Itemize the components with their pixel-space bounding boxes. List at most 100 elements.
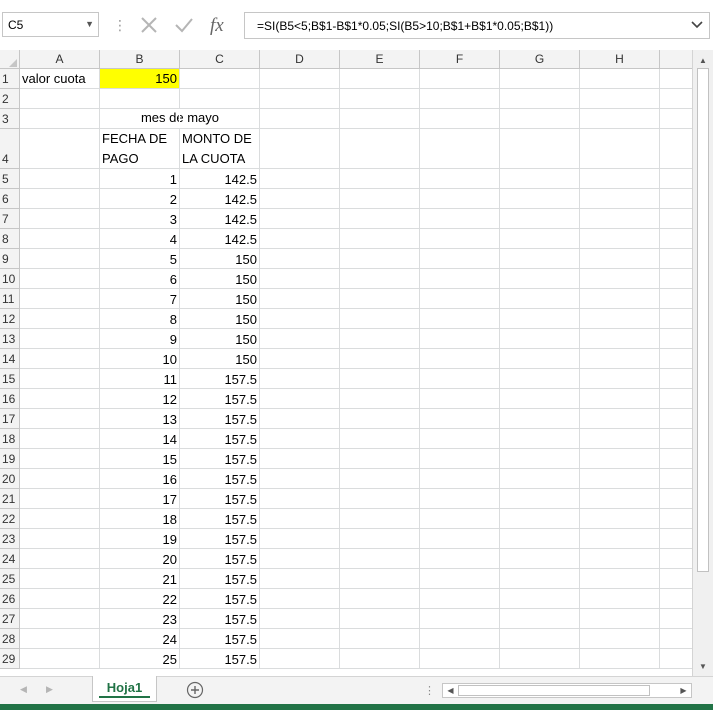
column-header-e[interactable]: E [340, 50, 420, 69]
vertical-scrollbar[interactable]: ▲ ▼ [692, 50, 713, 676]
cell-c24[interactable]: 157.5 [180, 549, 259, 568]
spreadsheet-grid[interactable]: A B C D E F G H 1 2 3 4 5 6 7 8 9 10 11 12 13 14 15 16 1… [0, 50, 692, 669]
row-header-17[interactable]: 17 [0, 409, 20, 429]
cell-c9[interactable]: 150 [180, 249, 259, 268]
row-header-5[interactable]: 5 [0, 169, 20, 189]
cell-c18[interactable]: 157.5 [180, 429, 259, 448]
cell-b14[interactable]: 10 [100, 349, 179, 368]
cell-b22[interactable]: 18 [100, 509, 179, 528]
cell-b15[interactable]: 11 [100, 369, 179, 388]
cell-b6[interactable]: 2 [100, 189, 179, 208]
row-header-26[interactable]: 26 [0, 589, 20, 609]
column-header-d[interactable]: D [260, 50, 340, 69]
cell-c29[interactable]: 157.5 [180, 649, 259, 668]
fx-icon[interactable]: fx [206, 10, 234, 40]
column-header-f[interactable]: F [420, 50, 500, 69]
cell-b25[interactable]: 21 [100, 569, 179, 588]
x-icon[interactable] [135, 10, 163, 40]
cell-c23[interactable]: 157.5 [180, 529, 259, 548]
previous-sheet-icon[interactable]: ◀ [20, 684, 27, 695]
cell-b11[interactable]: 7 [100, 289, 179, 308]
row-header-20[interactable]: 20 [0, 469, 20, 489]
cell-c7[interactable]: 142.5 [180, 209, 259, 228]
cell-b4-line1[interactable]: FECHA DE [102, 131, 167, 146]
cell-c10[interactable]: 150 [180, 269, 259, 288]
check-icon[interactable] [170, 10, 198, 40]
row-header-18[interactable]: 18 [0, 429, 20, 449]
cell-c25[interactable]: 157.5 [180, 569, 259, 588]
cell-c4-line2[interactable]: LA CUOTA [182, 151, 245, 166]
cell-b3-merged[interactable]: mes de mayo [100, 110, 260, 125]
cell-c26[interactable]: 157.5 [180, 589, 259, 608]
vertical-scroll-thumb[interactable] [697, 68, 709, 572]
cell-b26[interactable]: 22 [100, 589, 179, 608]
chevron-down-icon[interactable]: ▼ [85, 19, 94, 29]
cell-c12[interactable]: 150 [180, 309, 259, 328]
row-header-14[interactable]: 14 [0, 349, 20, 369]
row-header-29[interactable]: 29 [0, 649, 20, 669]
cell-b24[interactable]: 20 [100, 549, 179, 568]
scroll-left-icon[interactable]: ◀ [445, 685, 456, 696]
cell-c8[interactable]: 142.5 [180, 229, 259, 248]
row-header-22[interactable]: 22 [0, 509, 20, 529]
row-header-3[interactable]: 3 [0, 109, 20, 129]
cell-c17[interactable]: 157.5 [180, 409, 259, 428]
cell-c6[interactable]: 142.5 [180, 189, 259, 208]
chevron-down-icon[interactable] [691, 18, 703, 33]
cell-b27[interactable]: 23 [100, 609, 179, 628]
cell-b7[interactable]: 3 [100, 209, 179, 228]
cell-c21[interactable]: 157.5 [180, 489, 259, 508]
row-header-19[interactable]: 19 [0, 449, 20, 469]
row-header-23[interactable]: 23 [0, 529, 20, 549]
add-sheet-icon[interactable] [186, 681, 204, 699]
formula-input[interactable]: =SI(B5<5;B$1-B$1*0.05;SI(B5>10;B$1+B$1*0… [244, 12, 710, 39]
horizontal-scroll-thumb[interactable] [458, 685, 650, 696]
cell-b23[interactable]: 19 [100, 529, 179, 548]
row-header-2[interactable]: 2 [0, 89, 20, 109]
row-header-1[interactable]: 1 [0, 69, 20, 89]
row-header-9[interactable]: 9 [0, 249, 20, 269]
row-header-4[interactable]: 4 [0, 129, 20, 169]
cell-b12[interactable]: 8 [100, 309, 179, 328]
column-header-c[interactable]: C [180, 50, 260, 69]
cell-b10[interactable]: 6 [100, 269, 179, 288]
scroll-down-icon[interactable]: ▼ [696, 659, 710, 673]
row-header-13[interactable]: 13 [0, 329, 20, 349]
row-header-16[interactable]: 16 [0, 389, 20, 409]
cell-c5[interactable]: 142.5 [180, 169, 259, 188]
cell-c19[interactable]: 157.5 [180, 449, 259, 468]
cell-b17[interactable]: 13 [100, 409, 179, 428]
cell-c4-line1[interactable]: MONTO DE [182, 131, 252, 146]
cell-c14[interactable]: 150 [180, 349, 259, 368]
cell-b19[interactable]: 15 [100, 449, 179, 468]
cell-c20[interactable]: 157.5 [180, 469, 259, 488]
cell-b28[interactable]: 24 [100, 629, 179, 648]
row-header-12[interactable]: 12 [0, 309, 20, 329]
select-all-corner[interactable] [0, 50, 20, 69]
cell-c13[interactable]: 150 [180, 329, 259, 348]
splitter-grip-icon[interactable]: ⋮ [424, 684, 435, 697]
cell-a1[interactable]: valor cuota [22, 71, 86, 86]
cell-c28[interactable]: 157.5 [180, 629, 259, 648]
cell-b29[interactable]: 25 [100, 649, 179, 668]
cell-b13[interactable]: 9 [100, 329, 179, 348]
column-header-h[interactable]: H [580, 50, 660, 69]
cell-b9[interactable]: 5 [100, 249, 179, 268]
row-header-21[interactable]: 21 [0, 489, 20, 509]
column-header-a[interactable]: A [20, 50, 100, 69]
column-header-b[interactable]: B [100, 50, 180, 69]
row-header-8[interactable]: 8 [0, 229, 20, 249]
cell-c15[interactable]: 157.5 [180, 369, 259, 388]
cell-b1[interactable]: 150 [100, 69, 179, 88]
row-header-24[interactable]: 24 [0, 549, 20, 569]
scroll-right-icon[interactable]: ▶ [678, 685, 689, 696]
cell-b18[interactable]: 14 [100, 429, 179, 448]
cell-b20[interactable]: 16 [100, 469, 179, 488]
horizontal-scrollbar[interactable]: ◀ ▶ [442, 683, 692, 698]
row-header-27[interactable]: 27 [0, 609, 20, 629]
cell-b8[interactable]: 4 [100, 229, 179, 248]
cell-b4-line2[interactable]: PAGO [102, 151, 139, 166]
row-header-25[interactable]: 25 [0, 569, 20, 589]
name-box[interactable]: C5 ▼ [2, 12, 99, 37]
cell-b16[interactable]: 12 [100, 389, 179, 408]
